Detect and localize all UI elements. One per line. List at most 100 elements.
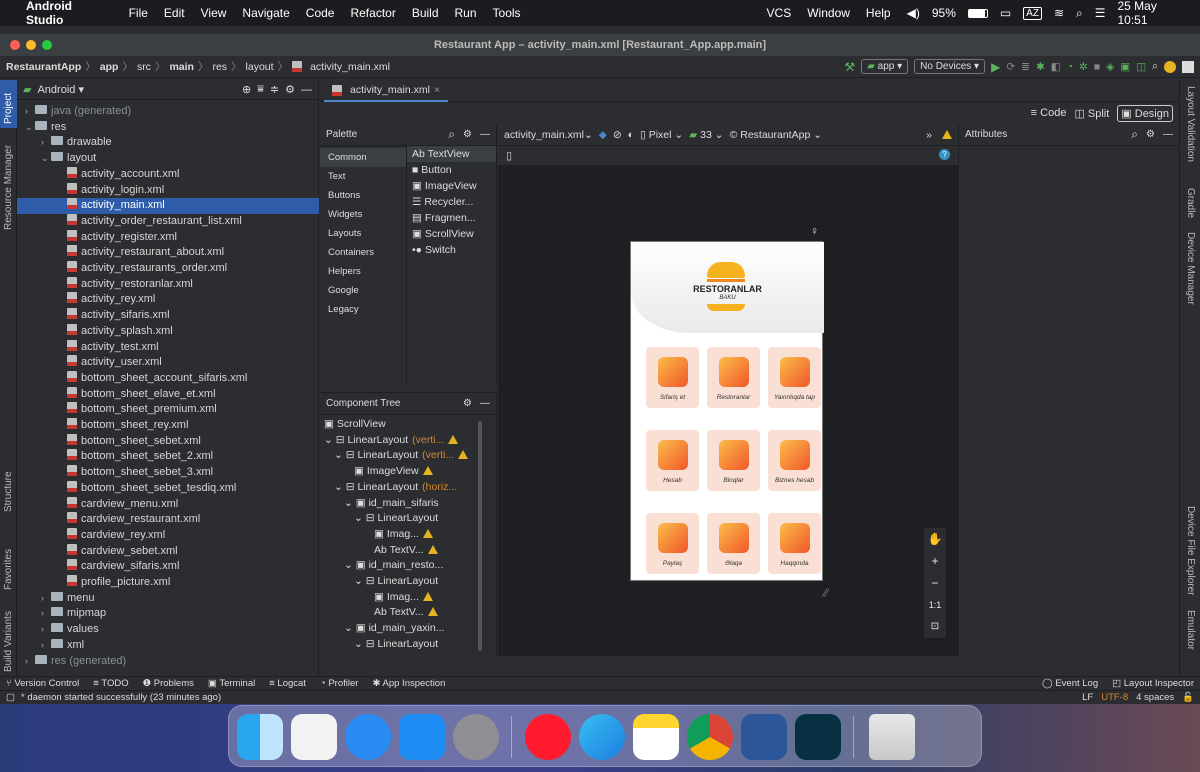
hide-panel-icon[interactable]: — bbox=[301, 84, 312, 96]
avatar-icon[interactable] bbox=[1182, 60, 1194, 73]
menu-navigate[interactable]: Navigate bbox=[242, 6, 289, 20]
device-manager-icon[interactable]: ▣ bbox=[1120, 61, 1130, 73]
design-mode-button[interactable]: ▣ Design bbox=[1117, 104, 1173, 122]
component-tree-node[interactable]: ▣ ScrollView bbox=[320, 417, 496, 433]
opera-icon[interactable] bbox=[525, 714, 571, 760]
device-file-explorer-tool-tab[interactable]: Device File Explorer bbox=[1185, 506, 1196, 595]
help-icon[interactable]: ? bbox=[939, 149, 950, 160]
preview-card[interactable]: Haqqında bbox=[768, 513, 821, 574]
palette-item[interactable]: ▣ ScrollView bbox=[406, 226, 496, 242]
tree-file-item[interactable]: bottom_sheet_elave_et.xml bbox=[17, 386, 319, 403]
gradle-tool-tab[interactable]: Gradle bbox=[1185, 188, 1196, 218]
palette-category[interactable]: Layouts bbox=[320, 224, 406, 243]
search-icon[interactable]: ⌕ bbox=[448, 127, 455, 142]
menu-file[interactable]: File bbox=[129, 6, 148, 20]
locate-icon[interactable]: ⊕ bbox=[242, 83, 251, 96]
finder-icon[interactable] bbox=[237, 714, 283, 760]
chevron-down-icon[interactable]: ⌄ bbox=[344, 622, 356, 634]
status-message[interactable]: * daemon started successfully (23 minute… bbox=[21, 692, 221, 703]
tree-file-item[interactable]: bottom_sheet_account_sifaris.xml bbox=[17, 370, 319, 387]
split-mode-button[interactable]: ◫ Split bbox=[1074, 107, 1109, 120]
tree-file-item[interactable]: activity_sifaris.xml bbox=[17, 308, 319, 324]
design-surface-icon[interactable]: ◆ bbox=[599, 129, 607, 141]
palette-category[interactable]: Google bbox=[320, 281, 406, 300]
problems-tool[interactable]: ❶ Problems bbox=[143, 678, 194, 689]
component-tree-node[interactable]: ⌄ ⊟ LinearLayout (horiz... bbox=[320, 480, 496, 496]
project-tool-tab[interactable]: Project bbox=[3, 93, 14, 124]
api-level-select[interactable]: ▰ 33 ⌄ bbox=[689, 129, 723, 141]
chevron-down-icon[interactable]: ⌄ bbox=[354, 512, 366, 524]
chevron-right-icon[interactable]: › bbox=[25, 104, 35, 120]
warning-icon[interactable] bbox=[942, 130, 952, 139]
breadcrumb-res[interactable]: res bbox=[212, 61, 227, 73]
safari-icon[interactable] bbox=[345, 714, 391, 760]
indent-setting[interactable]: 4 spaces bbox=[1136, 692, 1174, 703]
trash-icon[interactable] bbox=[869, 714, 915, 760]
menu-window[interactable]: Window bbox=[807, 6, 850, 20]
component-tree-gear-icon[interactable]: ⚙ bbox=[463, 398, 472, 409]
favorites-tool-tab[interactable]: Favorites bbox=[3, 549, 14, 590]
structure-tool-tab[interactable]: Structure bbox=[3, 471, 14, 512]
android-studio-icon[interactable] bbox=[795, 714, 841, 760]
component-tree-node[interactable]: Ab TextV... bbox=[320, 605, 496, 621]
component-tree-node[interactable]: ▣ ImageView bbox=[320, 464, 496, 480]
breadcrumb-app[interactable]: app bbox=[100, 61, 119, 73]
chevron-down-icon[interactable]: ⌄ bbox=[25, 120, 35, 136]
tree-file-item[interactable]: activity_user.xml bbox=[17, 355, 319, 371]
project-view-select[interactable]: Android ▾ bbox=[37, 83, 84, 96]
tree-file-item[interactable]: activity_test.xml bbox=[17, 339, 319, 356]
palette-category[interactable]: Widgets bbox=[320, 205, 406, 224]
tree-file-item[interactable]: activity_restoranlar.xml bbox=[17, 276, 319, 293]
chevron-down-icon[interactable]: ⌄ bbox=[334, 449, 346, 461]
spotlight-icon[interactable]: ⌕ bbox=[1076, 6, 1083, 21]
palette-hide-icon[interactable]: — bbox=[480, 129, 490, 140]
tree-folder-item[interactable]: › xml bbox=[17, 638, 319, 654]
collapse-all-icon[interactable]: ≑ bbox=[270, 83, 279, 96]
build-variants-tool-tab[interactable]: Build Variants bbox=[3, 611, 14, 672]
warning-icon[interactable] bbox=[458, 450, 469, 460]
preview-card[interactable]: Əlaqə bbox=[707, 513, 760, 574]
system-preferences-icon[interactable] bbox=[453, 714, 499, 760]
attach-debugger-icon[interactable]: ◧ bbox=[1051, 61, 1061, 73]
tree-folder-item[interactable]: › mipmap bbox=[17, 606, 319, 622]
preview-card[interactable]: Restoranlar bbox=[707, 347, 760, 408]
tree-file-item[interactable]: activity_main.xml bbox=[17, 198, 319, 214]
palette-item[interactable]: ▣ ImageView bbox=[406, 178, 496, 194]
breadcrumb-file[interactable]: activity_main.xml bbox=[310, 61, 390, 73]
menu-build[interactable]: Build bbox=[412, 6, 439, 20]
chevron-right-icon[interactable]: › bbox=[41, 135, 51, 151]
profile-icon[interactable]: ◔ bbox=[1067, 61, 1073, 73]
zoom-fit-icon[interactable]: ⊡ bbox=[924, 616, 946, 638]
updates-icon[interactable] bbox=[1164, 60, 1176, 73]
run-icon[interactable]: ▶ bbox=[991, 60, 1000, 74]
layout-file-select[interactable]: activity_main.xml⌄ bbox=[504, 129, 593, 141]
breadcrumb-main[interactable]: main bbox=[169, 61, 194, 73]
menu-tools[interactable]: Tools bbox=[493, 6, 521, 20]
preview-card[interactable]: Yaxınlıqda tap bbox=[768, 347, 821, 408]
component-tree-node[interactable]: ⌄ ⊟ LinearLayout bbox=[320, 574, 496, 590]
run-config-select[interactable]: ▰ app ▾ bbox=[861, 59, 909, 74]
theme-select[interactable]: © RestaurantApp ⌄ bbox=[730, 129, 822, 141]
tree-folder-item[interactable]: ⌄ layout bbox=[17, 151, 319, 167]
tree-folder-item[interactable]: › values bbox=[17, 622, 319, 638]
palette-item[interactable]: ☰ Recycler... bbox=[406, 194, 496, 210]
phone-preview[interactable]: RESTORANLAR BAKU Sifariş et Restoranlar Ya… bbox=[630, 241, 824, 581]
code-mode-button[interactable]: ≡ Code bbox=[1031, 107, 1067, 119]
tree-file-item[interactable]: cardview_sifaris.xml bbox=[17, 559, 319, 575]
apply-code-icon[interactable]: ≣ bbox=[1021, 61, 1030, 73]
todo-tool[interactable]: ≡ TODO bbox=[93, 678, 128, 689]
tree-folder-item[interactable]: › drawable bbox=[17, 135, 319, 151]
chevron-down-icon[interactable]: ⌄ bbox=[324, 434, 336, 446]
layout-inspector-tool[interactable]: ◰ Layout Inspector bbox=[1112, 678, 1194, 689]
notes-icon[interactable] bbox=[633, 714, 679, 760]
control-center-icon[interactable]: ☰ bbox=[1095, 6, 1106, 20]
chevron-right-icon[interactable]: › bbox=[41, 606, 51, 622]
status-panel-icon[interactable]: ▢ bbox=[6, 692, 15, 703]
warning-icon[interactable] bbox=[427, 544, 438, 554]
component-tree-node[interactable]: ⌄ ⊟ LinearLayout (verti... bbox=[320, 448, 496, 464]
sdk-manager-icon[interactable]: ◫ bbox=[1136, 61, 1146, 73]
component-tree-node[interactable]: ▣ Imag... bbox=[320, 527, 496, 543]
breadcrumb-layout[interactable]: layout bbox=[246, 61, 274, 73]
attributes-gear-icon[interactable]: ⚙ bbox=[1146, 129, 1155, 140]
tree-file-item[interactable]: activity_account.xml bbox=[17, 166, 319, 183]
